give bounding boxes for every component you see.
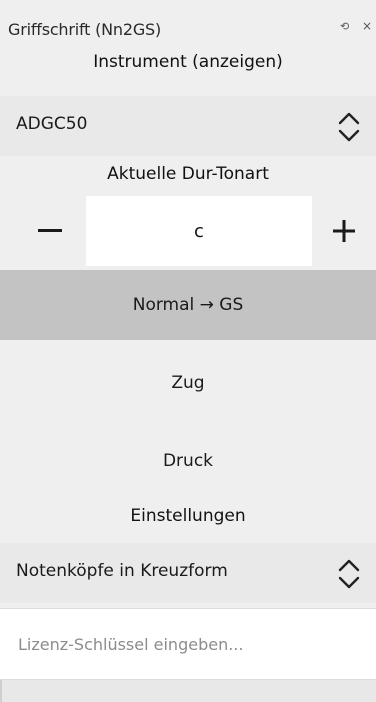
decrement-button[interactable]: [30, 204, 70, 258]
key-heading: Aktuelle Dur-Tonart: [107, 164, 269, 184]
up-down-chevron-icon: [338, 559, 360, 589]
zug-button[interactable]: Zug: [0, 348, 376, 418]
license-key-input[interactable]: [0, 609, 358, 679]
instrument-select[interactable]: ADGC50: [0, 96, 376, 156]
normal-to-gs-button[interactable]: Normal → GS: [0, 270, 376, 340]
druck-button[interactable]: Druck: [0, 426, 376, 496]
horizontal-scrollbar[interactable]: [0, 680, 376, 702]
notehead-style-select[interactable]: Notenköpfe in Kreuzform: [0, 543, 376, 603]
float-icon[interactable]: ⟲: [340, 20, 349, 33]
up-down-chevron-icon: [338, 112, 360, 142]
panel-title: Griffschrift (Nn2GS): [8, 20, 162, 39]
instrument-heading: Instrument (anzeigen): [93, 52, 283, 72]
license-field-container: [0, 608, 376, 680]
notehead-style-value: Notenköpfe in Kreuzform: [16, 561, 228, 581]
increment-button[interactable]: [320, 204, 368, 258]
instrument-select-value: ADGC50: [16, 114, 88, 134]
key-stepper: c: [0, 196, 376, 266]
key-value-field[interactable]: c: [86, 196, 312, 266]
panel-titlebar: Griffschrift (Nn2GS) ⟲ ×: [0, 0, 376, 46]
close-icon[interactable]: ×: [362, 19, 372, 33]
settings-heading: Einstellungen: [130, 506, 246, 526]
plus-icon: [333, 220, 355, 242]
minus-icon: [38, 229, 62, 232]
